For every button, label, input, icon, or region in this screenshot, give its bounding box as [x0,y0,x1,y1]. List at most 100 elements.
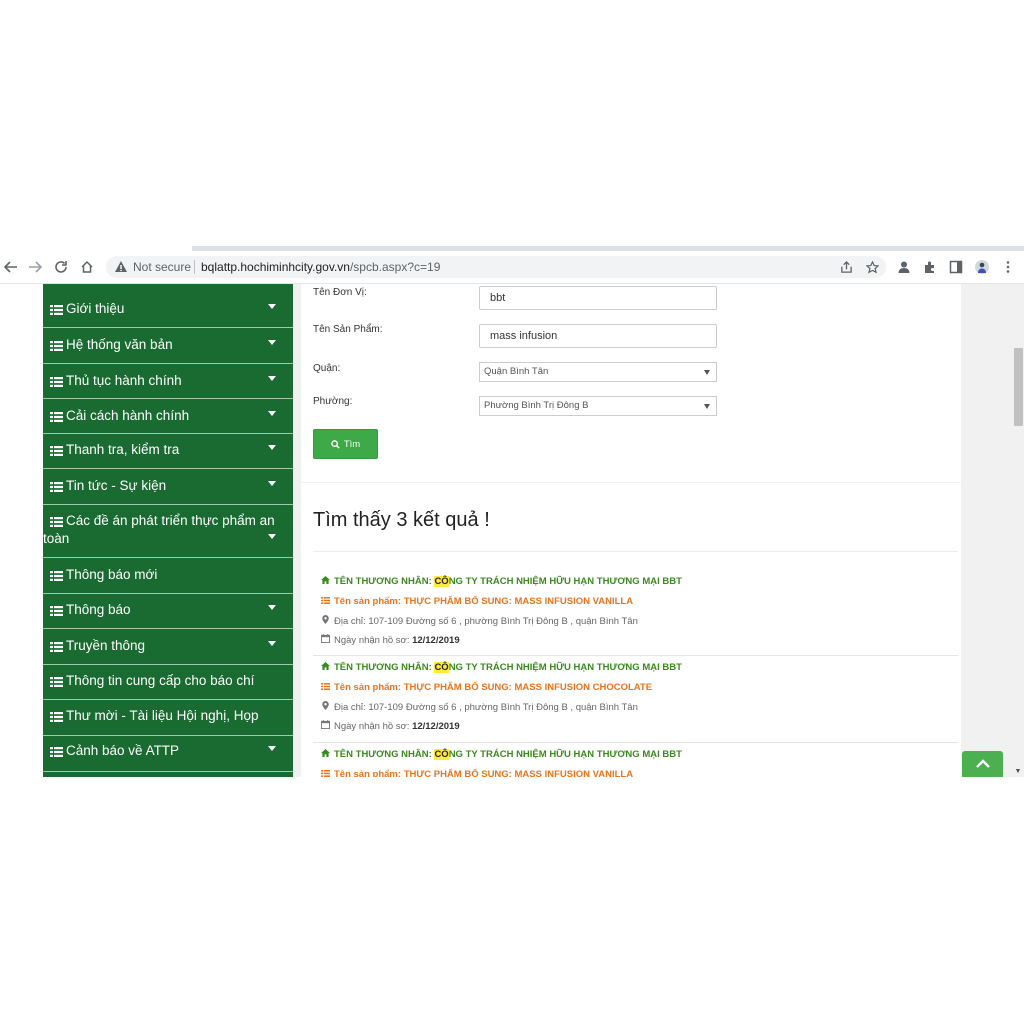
result-product[interactable]: Tên sản phẩm: THỰC PHẨM BỔ SUNG: MASS IN… [321,596,633,608]
chevron-down-icon [704,404,710,409]
list-icon [50,377,63,387]
back-arrow-icon [4,261,17,273]
sidebar-item-label: Thủ tục hành chính [66,373,182,388]
sidebar-item-bao-chi[interactable]: Thông tin cung cấp cho báo chí [43,665,293,700]
sidebar-item-label: Cải cách hành chính [66,408,190,423]
map-marker-icon [321,615,330,628]
list-icon [50,606,63,616]
unit-input[interactable]: bbt [479,286,717,310]
product-prefix: Tên sản phẩm: [334,682,404,693]
sidebar-item-de-an[interactable]: Các đề án phát triển thực phẩm an toàn [43,505,293,558]
list-icon [50,747,63,757]
scrollbar-thumb[interactable] [1014,348,1023,426]
avatar[interactable] [974,259,990,275]
product-name: THỰC PHẨM BỔ SUNG: MASS INFUSION VANILLA [403,596,634,607]
warning-icon[interactable] [114,260,128,274]
district-select[interactable]: Quận Bình Tân [479,362,717,382]
kebab-menu-icon[interactable] [1000,259,1016,275]
list-icon [50,412,63,422]
extensions-icon[interactable] [922,259,938,275]
product-prefix: Tên sản phẩm: [334,596,404,607]
result-date: Ngày nhận hồ sơ: 12/12/2019 [321,634,460,647]
sidebar-item-label: Thông báo [66,602,131,617]
address-prefix: Địa chỉ: [334,702,369,713]
result-divider [313,655,958,656]
list-icon [50,677,63,687]
home-icon [321,749,330,761]
search-button[interactable]: Tìm [313,429,378,459]
result-merchant[interactable]: TÊN THƯƠNG NHÂN: CÔNG TY TRÁCH NHIỆM HỮU… [321,576,682,588]
sidebar-item-label: Thông tin cung cấp cho báo chí [66,673,255,688]
forward-arrow-icon [29,261,42,273]
scroll-down-icon[interactable]: ▼ [1013,768,1023,776]
result-product[interactable]: Tên sản phẩm: THỰC PHẨM BỔ SUNG: MASS IN… [321,769,633,777]
result-merchant[interactable]: TÊN THƯƠNG NHÂN: CÔNG TY TRÁCH NHIỆM HỮU… [321,662,682,674]
back-to-top-button[interactable] [962,751,1003,777]
merchant-prefix: TÊN THƯƠNG NHÂN: [334,662,435,673]
sidebar-item-thu-tuc-hanh-chinh[interactable]: Thủ tục hành chính [43,364,293,399]
sidebar-item-label-line2: toàn [43,531,70,546]
omnibox-separator [194,260,195,274]
product-input[interactable]: mass infusion [479,324,717,348]
sidebar-item-thong-bao-moi[interactable]: Thông báo mới [43,558,293,594]
sidebar-item-cai-cach-hanh-chinh[interactable]: Cải cách hành chính [43,399,293,434]
sidebar-item-canh-bao[interactable]: Cảnh báo về ATTP [43,736,293,772]
caret-down-icon [268,376,276,381]
browser-toolbar: Not secure bqlattp.hochiminhcity.gov.vn/… [0,251,1024,284]
merchant-highlight: CÔ [434,662,449,673]
address-bar[interactable]: Not secure bqlattp.hochiminhcity.gov.vn/… [106,256,886,278]
share-icon[interactable] [838,259,854,275]
result-product[interactable]: Tên sản phẩm: THỰC PHẨM BỔ SUNG: MASS IN… [321,682,652,694]
merchant-name: NG TY TRÁCH NHIỆM HỮU HẠN THƯƠNG MẠI BBT [448,576,682,587]
sidebar-item-label: Hệ thống văn bản [66,337,173,352]
sidebar-item-truyen-thong[interactable]: Truyền thông [43,629,293,665]
caret-down-icon [268,340,276,345]
side-panel-icon[interactable] [948,259,964,275]
home-icon [321,576,330,588]
results-divider [313,551,958,552]
address-prefix: Địa chỉ: [334,616,369,627]
result-merchant[interactable]: TÊN THƯƠNG NHÂN: CÔNG TY TRÁCH NHIỆM HỮU… [321,749,682,761]
star-icon[interactable] [864,259,880,275]
chevron-up-icon [975,759,990,768]
list-icon [50,446,63,456]
back-button[interactable] [0,256,22,278]
sidebar-item-he-thong-van-ban[interactable]: Hệ thống văn bản [43,328,293,364]
ward-select[interactable]: Phường Bình Trị Đông B [479,396,717,416]
result-item: TÊN THƯƠNG NHÂN: CÔNG TY TRÁCH NHIỆM HỮU… [313,662,958,743]
sidebar-item-thanh-tra[interactable]: Thanh tra, kiểm tra [43,434,293,469]
list-icon [321,682,330,694]
result-item: TÊN THƯƠNG NHÂN: CÔNG TY TRÁCH NHIỆM HỮU… [313,576,958,656]
url-text[interactable]: bqlattp.hochiminhcity.gov.vn/spcb.aspx?c… [201,259,440,275]
merchant-name: NG TY TRÁCH NHIỆM HỮU HẠN THƯƠNG MẠI BBT [448,749,682,760]
reload-button[interactable] [50,256,72,278]
sidebar-item-label: Thanh tra, kiểm tra [66,442,180,457]
list-icon [50,305,63,315]
results-title: Tìm thấy 3 kết quả ! [313,509,490,531]
date-value: 12/12/2019 [412,721,460,732]
sidebar-item-gioi-thieu[interactable]: Giới thiệu [43,284,293,328]
address-value: 107-109 Đường số 6 , phường Bình Trị Đôn… [368,616,638,627]
list-icon [50,712,63,722]
chevron-down-icon [704,370,710,375]
list-icon [50,517,63,527]
list-icon [50,341,63,351]
unit-label: Tên Đơn Vị: [313,287,367,298]
security-label[interactable]: Not secure [133,259,191,275]
sidebar-item-tin-tuc[interactable]: Tin tức - Sự kiện [43,469,293,505]
reload-icon [55,261,67,273]
sidebar-item-thong-bao[interactable]: Thông báo [43,594,293,629]
result-item: TÊN THƯƠNG NHÂN: CÔNG TY TRÁCH NHIỆM HỮU… [313,749,958,777]
forward-button[interactable] [24,256,46,278]
sidebar-item-label: Thông báo mới [66,567,158,582]
sidebar-item-thu-moi[interactable]: Thư mời - Tài liệu Hội nghị, Họp [43,700,293,736]
district-value: Quận Bình Tân [484,366,549,377]
home-icon [321,662,330,674]
profile-icon[interactable] [896,259,912,275]
product-name: THỰC PHẨM BỔ SUNG: MASS INFUSION VANILLA [403,769,634,777]
date-prefix: Ngày nhận hồ sơ: [334,635,413,646]
result-date: Ngày nhận hồ sơ: 12/12/2019 [321,720,460,733]
district-label: Quận: [313,363,341,374]
home-button[interactable] [76,256,98,278]
list-icon [321,596,330,608]
